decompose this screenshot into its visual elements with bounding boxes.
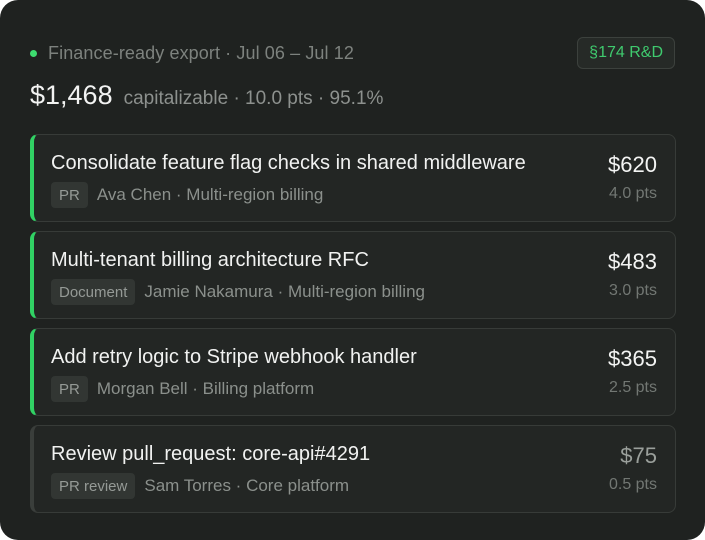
work-item-amount: $483 bbox=[608, 249, 657, 274]
work-item-meta: PR Ava Chen · Multi-region billing bbox=[51, 182, 323, 208]
work-item[interactable]: Add retry logic to Stripe webhook handle… bbox=[30, 328, 676, 416]
work-item-meta: PR Morgan Bell · Billing platform bbox=[51, 376, 314, 402]
rd-badge[interactable]: §174 R&D bbox=[577, 37, 675, 69]
work-item-meta: PR review Sam Torres · Core platform bbox=[51, 473, 349, 499]
work-item-list: Consolidate feature flag checks in share… bbox=[30, 134, 676, 522]
work-item-amount: $365 bbox=[608, 346, 657, 371]
work-item[interactable]: Multi-tenant billing architecture RFC Do… bbox=[30, 231, 676, 319]
work-item-owner-project: Jamie Nakamura · Multi-region billing bbox=[144, 282, 425, 301]
work-item-type-tag: Document bbox=[51, 279, 136, 305]
export-status-label: Finance-ready export · Jul 06 – Jul 12 bbox=[48, 42, 354, 63]
work-item[interactable]: Review pull_request: core-api#4291 PR re… bbox=[30, 425, 676, 513]
status-dot-icon bbox=[30, 49, 37, 57]
export-panel: Finance-ready export · Jul 06 – Jul 12 §… bbox=[0, 0, 705, 540]
work-item-title: Review pull_request: core-api#4291 bbox=[51, 443, 371, 465]
work-item-points: 4.0 pts bbox=[608, 185, 657, 202]
summary-amount: $1,468 bbox=[30, 80, 113, 110]
work-item[interactable]: Consolidate feature flag checks in share… bbox=[30, 134, 676, 222]
work-item-points: 3.0 pts bbox=[608, 282, 657, 299]
work-item-type-tag: PR review bbox=[51, 473, 136, 499]
work-item-type-tag: PR bbox=[51, 182, 88, 208]
export-summary: $1,468 capitalizable · 10.0 pts · 95.1% bbox=[30, 80, 383, 120]
work-item-points: 0.5 pts bbox=[608, 476, 657, 493]
work-item-owner-project: Morgan Bell · Billing platform bbox=[96, 379, 315, 398]
work-item-owner-project: Ava Chen · Multi-region billing bbox=[96, 185, 324, 204]
work-item-amount: $75 bbox=[620, 443, 657, 468]
export-header: Finance-ready export · Jul 06 – Jul 12 §… bbox=[30, 36, 675, 70]
work-item-owner-project: Sam Torres · Core platform bbox=[144, 476, 350, 495]
work-item-type-tag: PR bbox=[51, 376, 88, 402]
work-item-title: Add retry logic to Stripe webhook handle… bbox=[51, 346, 417, 368]
work-item-meta: Document Jamie Nakamura · Multi-region b… bbox=[51, 279, 425, 305]
summary-detail: capitalizable · 10.0 pts · 95.1% bbox=[123, 88, 384, 109]
work-item-title: Consolidate feature flag checks in share… bbox=[51, 152, 526, 174]
work-item-amount: $620 bbox=[608, 152, 657, 177]
work-item-points: 2.5 pts bbox=[608, 379, 657, 396]
work-item-title: Multi-tenant billing architecture RFC bbox=[51, 249, 369, 271]
